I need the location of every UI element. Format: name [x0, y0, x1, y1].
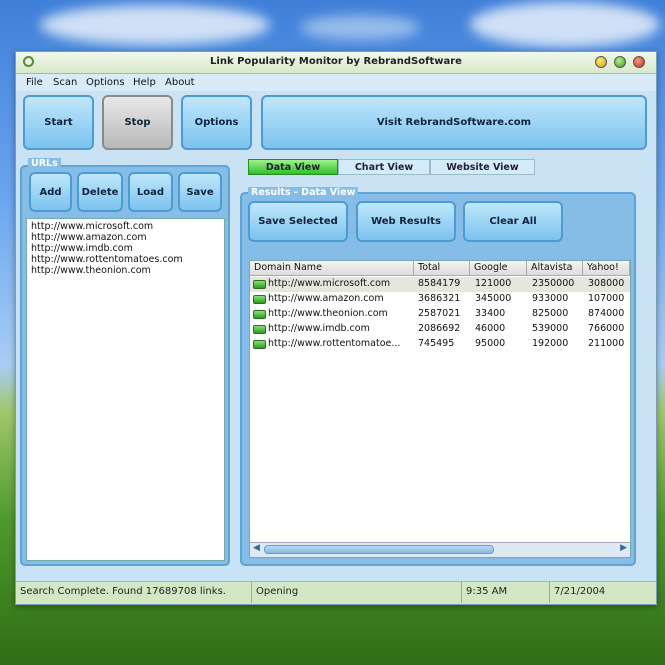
window-title: Link Popularity Monitor by RebrandSoftwa…	[210, 56, 462, 67]
results-panel-label: Results - Data View	[248, 187, 359, 198]
scrollbar-thumb[interactable]	[264, 545, 494, 554]
status-ok-icon	[253, 325, 266, 334]
start-button[interactable]: Start	[23, 95, 94, 150]
delete-url-button[interactable]: Delete	[77, 172, 123, 212]
cell-total: 2086692	[418, 323, 461, 334]
status-date: 7/21/2004	[554, 586, 606, 597]
background-cloud	[300, 15, 420, 40]
cell-domain: http://www.imdb.com	[268, 323, 370, 334]
url-list-item[interactable]: http://www.rottentomatoes.com	[31, 254, 183, 265]
cell-altavista: 539000	[532, 323, 569, 334]
status-time: 9:35 AM	[462, 582, 550, 603]
cell-domain: http://www.rottentomatoe...	[268, 338, 401, 349]
cell-yahoo: 308000	[588, 278, 625, 289]
status-ok-icon	[253, 310, 266, 319]
menu-options[interactable]: Options	[86, 77, 125, 88]
visit-website-button[interactable]: Visit RebrandSoftware.com	[261, 95, 647, 150]
cell-altavista: 2350000	[532, 278, 575, 289]
save-selected-button[interactable]: Save Selected	[248, 201, 348, 242]
url-list[interactable]: http://www.microsoft.com http://www.amaz…	[26, 218, 225, 561]
url-list-item[interactable]: http://www.imdb.com	[31, 243, 133, 254]
cell-total: 745495	[418, 338, 455, 349]
cell-altavista: 933000	[532, 293, 569, 304]
background-cloud	[40, 5, 270, 45]
tab-chart-view[interactable]: Chart View	[338, 159, 430, 175]
status-message: Search Complete. Found 17689708 links.	[16, 582, 252, 603]
cell-altavista: 825000	[532, 308, 569, 319]
app-window: Link Popularity Monitor by RebrandSoftwa…	[15, 51, 657, 605]
cell-total: 3686321	[418, 293, 461, 304]
scroll-right-icon[interactable]: ▶	[620, 543, 627, 553]
url-list-item[interactable]: http://www.theonion.com	[31, 265, 151, 276]
cell-altavista: 192000	[532, 338, 569, 349]
save-urls-button[interactable]: Save	[178, 172, 222, 212]
cell-total: 8584179	[418, 278, 461, 289]
cell-google: 121000	[475, 278, 512, 289]
add-url-button[interactable]: Add	[29, 172, 72, 212]
column-header-altavista[interactable]: Altavista	[527, 261, 583, 276]
maximize-icon[interactable]	[614, 56, 626, 68]
cell-domain: http://www.microsoft.com	[268, 278, 391, 289]
cell-google: 345000	[475, 293, 512, 304]
column-header-google[interactable]: Google	[470, 261, 527, 276]
title-bar[interactable]: Link Popularity Monitor by RebrandSoftwa…	[16, 52, 656, 74]
cell-google: 95000	[475, 338, 506, 349]
menu-scan[interactable]: Scan	[53, 77, 77, 88]
status-state: Opening	[252, 582, 462, 603]
cell-google: 46000	[475, 323, 506, 334]
options-button[interactable]: Options	[181, 95, 252, 150]
cell-domain: http://www.theonion.com	[268, 308, 388, 319]
load-urls-button[interactable]: Load	[128, 172, 173, 212]
status-ok-icon	[253, 280, 266, 289]
cell-yahoo: 211000	[588, 338, 625, 349]
results-table[interactable]: Domain Name Total Google Altavista Yahoo…	[249, 260, 631, 558]
cell-total: 2587021	[418, 308, 461, 319]
stop-button[interactable]: Stop	[102, 95, 173, 150]
urls-panel-label: URLs	[28, 158, 61, 169]
cell-google: 33400	[475, 308, 506, 319]
horizontal-scrollbar[interactable]: ◀ ▶	[250, 542, 630, 557]
tab-website-view[interactable]: Website View	[430, 159, 535, 175]
cell-domain: http://www.amazon.com	[268, 293, 384, 304]
cell-yahoo: 874000	[588, 308, 625, 319]
background-cloud	[470, 2, 660, 47]
status-bar: Search Complete. Found 17689708 links. O…	[16, 581, 656, 603]
url-list-item[interactable]: http://www.microsoft.com	[31, 221, 153, 232]
cell-yahoo: 107000	[588, 293, 625, 304]
menu-about[interactable]: About	[165, 77, 195, 88]
menu-bar: File Scan Options Help About	[16, 74, 656, 91]
clear-all-button[interactable]: Clear All	[463, 201, 563, 242]
status-ok-icon	[253, 340, 266, 349]
column-header-yahoo[interactable]: Yahoo!	[583, 261, 630, 276]
web-results-button[interactable]: Web Results	[356, 201, 456, 242]
menu-file[interactable]: File	[26, 77, 43, 88]
close-icon[interactable]	[633, 56, 645, 68]
scroll-left-icon[interactable]: ◀	[253, 543, 260, 553]
status-ok-icon	[253, 295, 266, 304]
url-list-item[interactable]: http://www.amazon.com	[31, 232, 147, 243]
menu-help[interactable]: Help	[133, 77, 156, 88]
cell-yahoo: 766000	[588, 323, 625, 334]
minimize-icon[interactable]	[595, 56, 607, 68]
column-header-domain[interactable]: Domain Name	[250, 261, 414, 276]
column-header-total[interactable]: Total	[414, 261, 470, 276]
tab-data-view[interactable]: Data View	[248, 159, 338, 175]
